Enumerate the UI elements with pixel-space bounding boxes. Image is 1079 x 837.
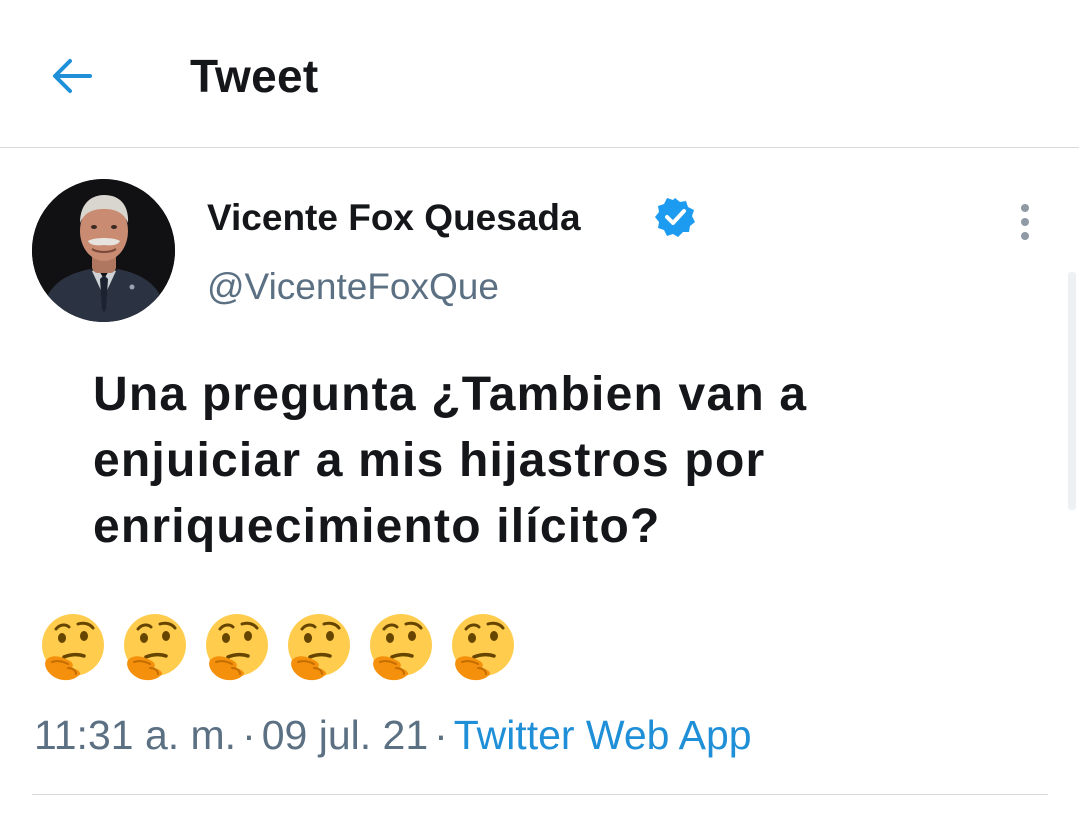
- back-button[interactable]: [46, 50, 98, 102]
- tweet-source-link[interactable]: Twitter Web App: [454, 712, 752, 758]
- thinking-face-emoji: [206, 614, 268, 681]
- more-options-button[interactable]: [1010, 200, 1040, 244]
- emoji-row: [38, 612, 518, 684]
- avatar[interactable]: [32, 179, 175, 322]
- author-name[interactable]: Vicente Fox Quesada: [207, 194, 581, 242]
- thinking-face-emoji: [42, 614, 104, 681]
- tweet-date: 09 jul. 21: [261, 712, 429, 758]
- top-bar: Tweet: [0, 0, 1079, 148]
- profile-photo: [32, 179, 175, 322]
- tweet-text: Una pregunta ¿Tambien van a enjuiciar a …: [93, 368, 808, 553]
- tweet-time: 11:31 a. m.: [34, 712, 237, 758]
- thinking-face-emoji: [288, 614, 350, 681]
- thinking-face-emoji: [370, 614, 432, 681]
- divider: [32, 794, 1048, 795]
- scrollbar[interactable]: [1068, 272, 1076, 510]
- more-options-dot: [1021, 218, 1029, 226]
- meta-separator: ·: [434, 712, 448, 758]
- more-options-icon: [1021, 204, 1029, 212]
- page-title: Tweet: [190, 50, 319, 102]
- meta-separator: ·: [242, 712, 256, 758]
- verified-badge-icon: [655, 198, 695, 237]
- thinking-face-emoji: [452, 614, 514, 681]
- back-arrow-icon: [53, 59, 92, 93]
- author-handle[interactable]: @VicenteFoxQue: [207, 263, 499, 311]
- tweet-meta: 11:31 a. m. · 09 jul. 21 · Twitter Web App: [34, 710, 752, 760]
- thinking-face-emoji: [124, 614, 186, 681]
- tweet-detail-screen: Tweet Vicente Fox Quesada @VicenteFoxQue…: [0, 0, 1079, 837]
- more-options-dot: [1021, 232, 1029, 240]
